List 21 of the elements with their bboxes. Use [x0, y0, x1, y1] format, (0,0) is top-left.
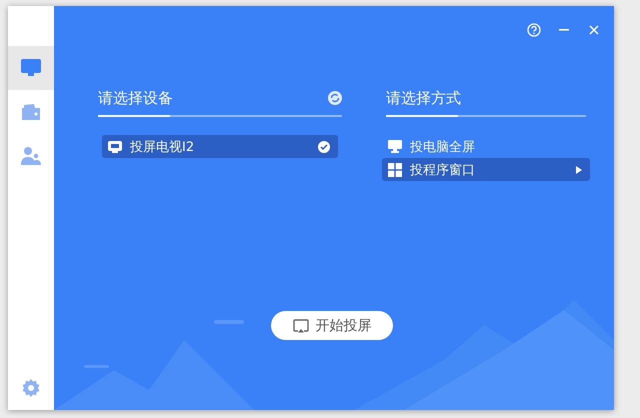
tv-icon — [108, 140, 122, 152]
start-cast-button[interactable]: 开始投屏 — [271, 311, 393, 340]
wallet-icon — [22, 104, 40, 120]
help-icon — [527, 23, 541, 37]
help-button[interactable] — [526, 22, 542, 38]
close-icon — [589, 25, 599, 35]
caret-icon — [576, 166, 582, 174]
device-panel-title: 请选择设备 — [98, 88, 173, 108]
settings-icon[interactable] — [22, 379, 40, 397]
mode-item[interactable]: 投电脑全屏 — [382, 135, 590, 158]
mode-item[interactable]: 投程序窗口 — [382, 158, 590, 181]
sidebar-item[interactable] — [8, 46, 54, 90]
refresh-icon[interactable] — [328, 91, 342, 105]
device-item[interactable]: 投屏电视I2 — [102, 135, 338, 158]
cast-icon — [292, 318, 308, 332]
mode-panel-title: 请选择方式 — [386, 88, 461, 108]
monitor-icon — [388, 140, 402, 153]
windows-icon — [388, 162, 402, 176]
people-icon — [21, 147, 41, 165]
minimize-icon — [559, 29, 569, 31]
monitor-icon — [21, 59, 41, 77]
